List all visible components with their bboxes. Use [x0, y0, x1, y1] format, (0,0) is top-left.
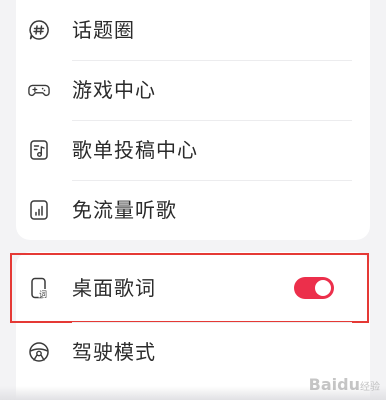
signal-bars-icon	[28, 199, 50, 221]
steering-wheel-icon	[28, 341, 50, 363]
setting-label: 驾驶模式	[72, 340, 156, 364]
menu-item-topic-circle[interactable]: 话题圈	[16, 0, 370, 60]
setting-driving-mode[interactable]: 驾驶模式	[16, 322, 370, 382]
menu-item-free-data-listening[interactable]: 免流量听歌	[16, 180, 370, 240]
hashtag-bubble-icon	[28, 19, 50, 41]
menu-item-game-center[interactable]: 游戏中心	[16, 60, 370, 120]
menu-item-label: 话题圈	[72, 18, 135, 42]
gamepad-icon	[28, 79, 50, 101]
menu-item-label: 游戏中心	[72, 78, 156, 102]
watermark: Baidu经验	[309, 375, 380, 394]
music-note-icon	[28, 139, 50, 161]
highlight-annotation	[10, 253, 369, 323]
watermark-text: Baidu	[308, 375, 360, 394]
menu-item-label: 歌单投稿中心	[72, 138, 198, 162]
menu-item-playlist-submission[interactable]: 歌单投稿中心	[16, 120, 370, 180]
menu-item-label: 免流量听歌	[72, 198, 177, 222]
settings-page: 话题圈 游戏中心 歌单投稿中心 免流量听歌 词 桌面歌词 驾驶模式 Baidu经…	[0, 0, 386, 400]
watermark-sub: 经验	[360, 382, 380, 393]
